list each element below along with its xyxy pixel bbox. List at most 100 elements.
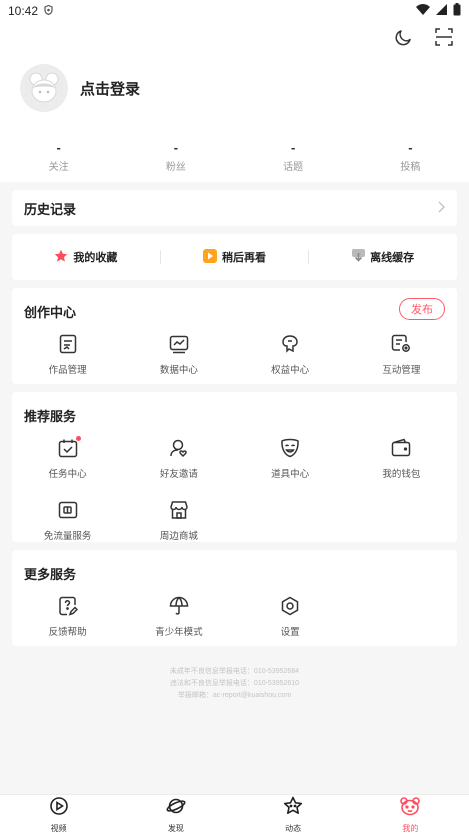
umbrella-icon	[167, 594, 191, 618]
section-title: 更多服务	[24, 567, 77, 582]
message-settings-icon	[389, 332, 413, 356]
grid-item-label: 设置	[280, 627, 300, 638]
settings-hexagon-icon	[278, 594, 302, 618]
stat-submissions[interactable]: - 投稿	[352, 140, 469, 173]
stat-topics[interactable]: - 话题	[235, 140, 352, 173]
footer-line: 违法和不良信息举报电话：010-53952610	[169, 680, 300, 687]
document-edit-icon	[56, 332, 80, 356]
stat-value: -	[290, 140, 296, 155]
tab-mine[interactable]: 我的	[352, 795, 469, 834]
benefits-center-item[interactable]: 权益中心	[235, 332, 346, 376]
grid-item-label: 我的钱包	[382, 469, 421, 480]
tab-label: 动态	[285, 823, 302, 833]
grid-item-label: 道具中心	[271, 469, 310, 480]
chevron-right-icon	[437, 200, 445, 216]
login-profile[interactable]: 点击登录	[20, 64, 140, 112]
more-services: 更多服务 反馈帮助 青少年模式 设置	[12, 550, 457, 646]
tab-label: 发现	[167, 823, 184, 833]
stat-label: 话题	[283, 162, 304, 173]
task-center-item[interactable]: 任务中心	[12, 436, 123, 480]
sim-card-icon	[56, 498, 80, 522]
grid-item-label: 免流量服务	[43, 531, 92, 542]
question-edit-icon	[56, 594, 80, 618]
invite-friends-item[interactable]: 好友邀请	[123, 436, 234, 480]
line-chart-icon	[167, 332, 191, 356]
tab-video[interactable]: 视频	[0, 795, 117, 834]
stat-value: -	[56, 140, 61, 155]
profile-header: 点击登录 - 关注 - 粉丝 - 话题 - 投稿	[0, 22, 469, 182]
planet-icon	[166, 796, 186, 821]
notification-dot	[75, 436, 81, 441]
stat-value: -	[173, 140, 179, 155]
props-center-item[interactable]: 道具中心	[235, 436, 346, 480]
stat-value: -	[408, 140, 413, 155]
favorites-button[interactable]: 我的收藏	[12, 249, 160, 266]
bear-avatar-icon	[399, 796, 421, 821]
offline-cache-button[interactable]: 离线缓存	[309, 249, 457, 265]
feedback-help-item[interactable]: 反馈帮助	[12, 594, 123, 638]
user-heart-icon	[167, 436, 191, 460]
stats-row: - 关注 - 粉丝 - 话题 - 投稿	[0, 140, 469, 173]
grid-item-label: 作品管理	[48, 365, 87, 376]
favorites-label: 我的收藏	[73, 252, 118, 264]
quick-actions: 我的收藏 稍后再看 离线缓存	[12, 234, 457, 280]
merch-store-item[interactable]: 周边商城	[123, 498, 234, 542]
tab-label: 视频	[50, 823, 67, 833]
settings-item[interactable]: 设置	[235, 594, 346, 638]
history-row[interactable]: 历史记录	[12, 190, 457, 226]
tab-discover[interactable]: 发现	[117, 795, 234, 834]
night-mode-moon-icon[interactable]	[393, 26, 415, 48]
watch-later-label: 稍后再看	[222, 252, 266, 264]
footer-line: 举报邮箱：ac-report@kuaishou.com	[177, 692, 292, 699]
bottom-tab-bar: 视频 发现 动态 我的	[0, 794, 469, 834]
tab-label: 我的	[402, 823, 419, 833]
works-management-item[interactable]: 作品管理	[12, 332, 123, 376]
tab-updates[interactable]: 动态	[235, 795, 352, 834]
login-text[interactable]: 点击登录	[80, 78, 140, 99]
publish-button[interactable]: 发布	[399, 298, 445, 320]
footer-line: 未成年不良信息举报电话：010-53952684	[169, 668, 300, 675]
data-center-item[interactable]: 数据中心	[123, 332, 234, 376]
offline-cache-label: 离线缓存	[370, 252, 415, 264]
grid-item-label: 好友邀请	[159, 469, 198, 480]
stat-label: 投稿	[400, 162, 421, 173]
grid-item-label: 周边商城	[159, 531, 198, 542]
star-icon	[54, 249, 68, 266]
grid-item-label: 互动管理	[382, 365, 421, 376]
download-icon	[352, 249, 366, 265]
section-title: 推荐服务	[24, 409, 77, 424]
stat-label: 粉丝	[165, 162, 186, 173]
mask-icon	[278, 436, 302, 460]
play-circle-icon	[49, 796, 69, 821]
benefit-badge-icon	[278, 332, 302, 356]
star-face-icon	[283, 796, 303, 821]
data-free-service-item[interactable]: 免流量服务	[12, 498, 123, 542]
avatar[interactable]	[20, 64, 68, 112]
grid-item-label: 青少年模式	[155, 627, 203, 638]
wifi-icon	[416, 4, 430, 18]
battery-icon	[453, 3, 461, 19]
grid-item-label: 任务中心	[48, 469, 87, 480]
storefront-icon	[167, 498, 191, 522]
grid-item-label: 权益中心	[271, 365, 310, 376]
scan-icon[interactable]	[433, 26, 455, 48]
recommended-services: 推荐服务 任务中心 好友邀请 道具中心 我的钱包 免流量服务 周边商城	[12, 392, 457, 542]
signal-icon	[436, 4, 447, 18]
status-bar: 10:42	[0, 0, 469, 22]
shield-icon	[44, 4, 53, 17]
calendar-check-icon	[56, 436, 81, 460]
stat-following[interactable]: - 关注	[0, 140, 117, 173]
report-info-footer: 未成年不良信息举报电话：010-53952684 违法和不良信息举报电话：010…	[0, 666, 469, 702]
stat-fans[interactable]: - 粉丝	[117, 140, 234, 173]
play-later-icon	[203, 248, 217, 266]
section-title: 创作中心	[24, 305, 77, 320]
grid-item-label: 数据中心	[159, 365, 198, 376]
interaction-management-item[interactable]: 互动管理	[346, 332, 457, 376]
watch-later-button[interactable]: 稍后再看	[161, 248, 309, 266]
history-title: 历史记录	[24, 201, 77, 217]
grid-item-label: 反馈帮助	[48, 627, 87, 638]
wallet-icon	[389, 436, 413, 460]
youth-mode-item[interactable]: 青少年模式	[123, 594, 234, 638]
stat-label: 关注	[48, 162, 69, 173]
my-wallet-item[interactable]: 我的钱包	[346, 436, 457, 480]
